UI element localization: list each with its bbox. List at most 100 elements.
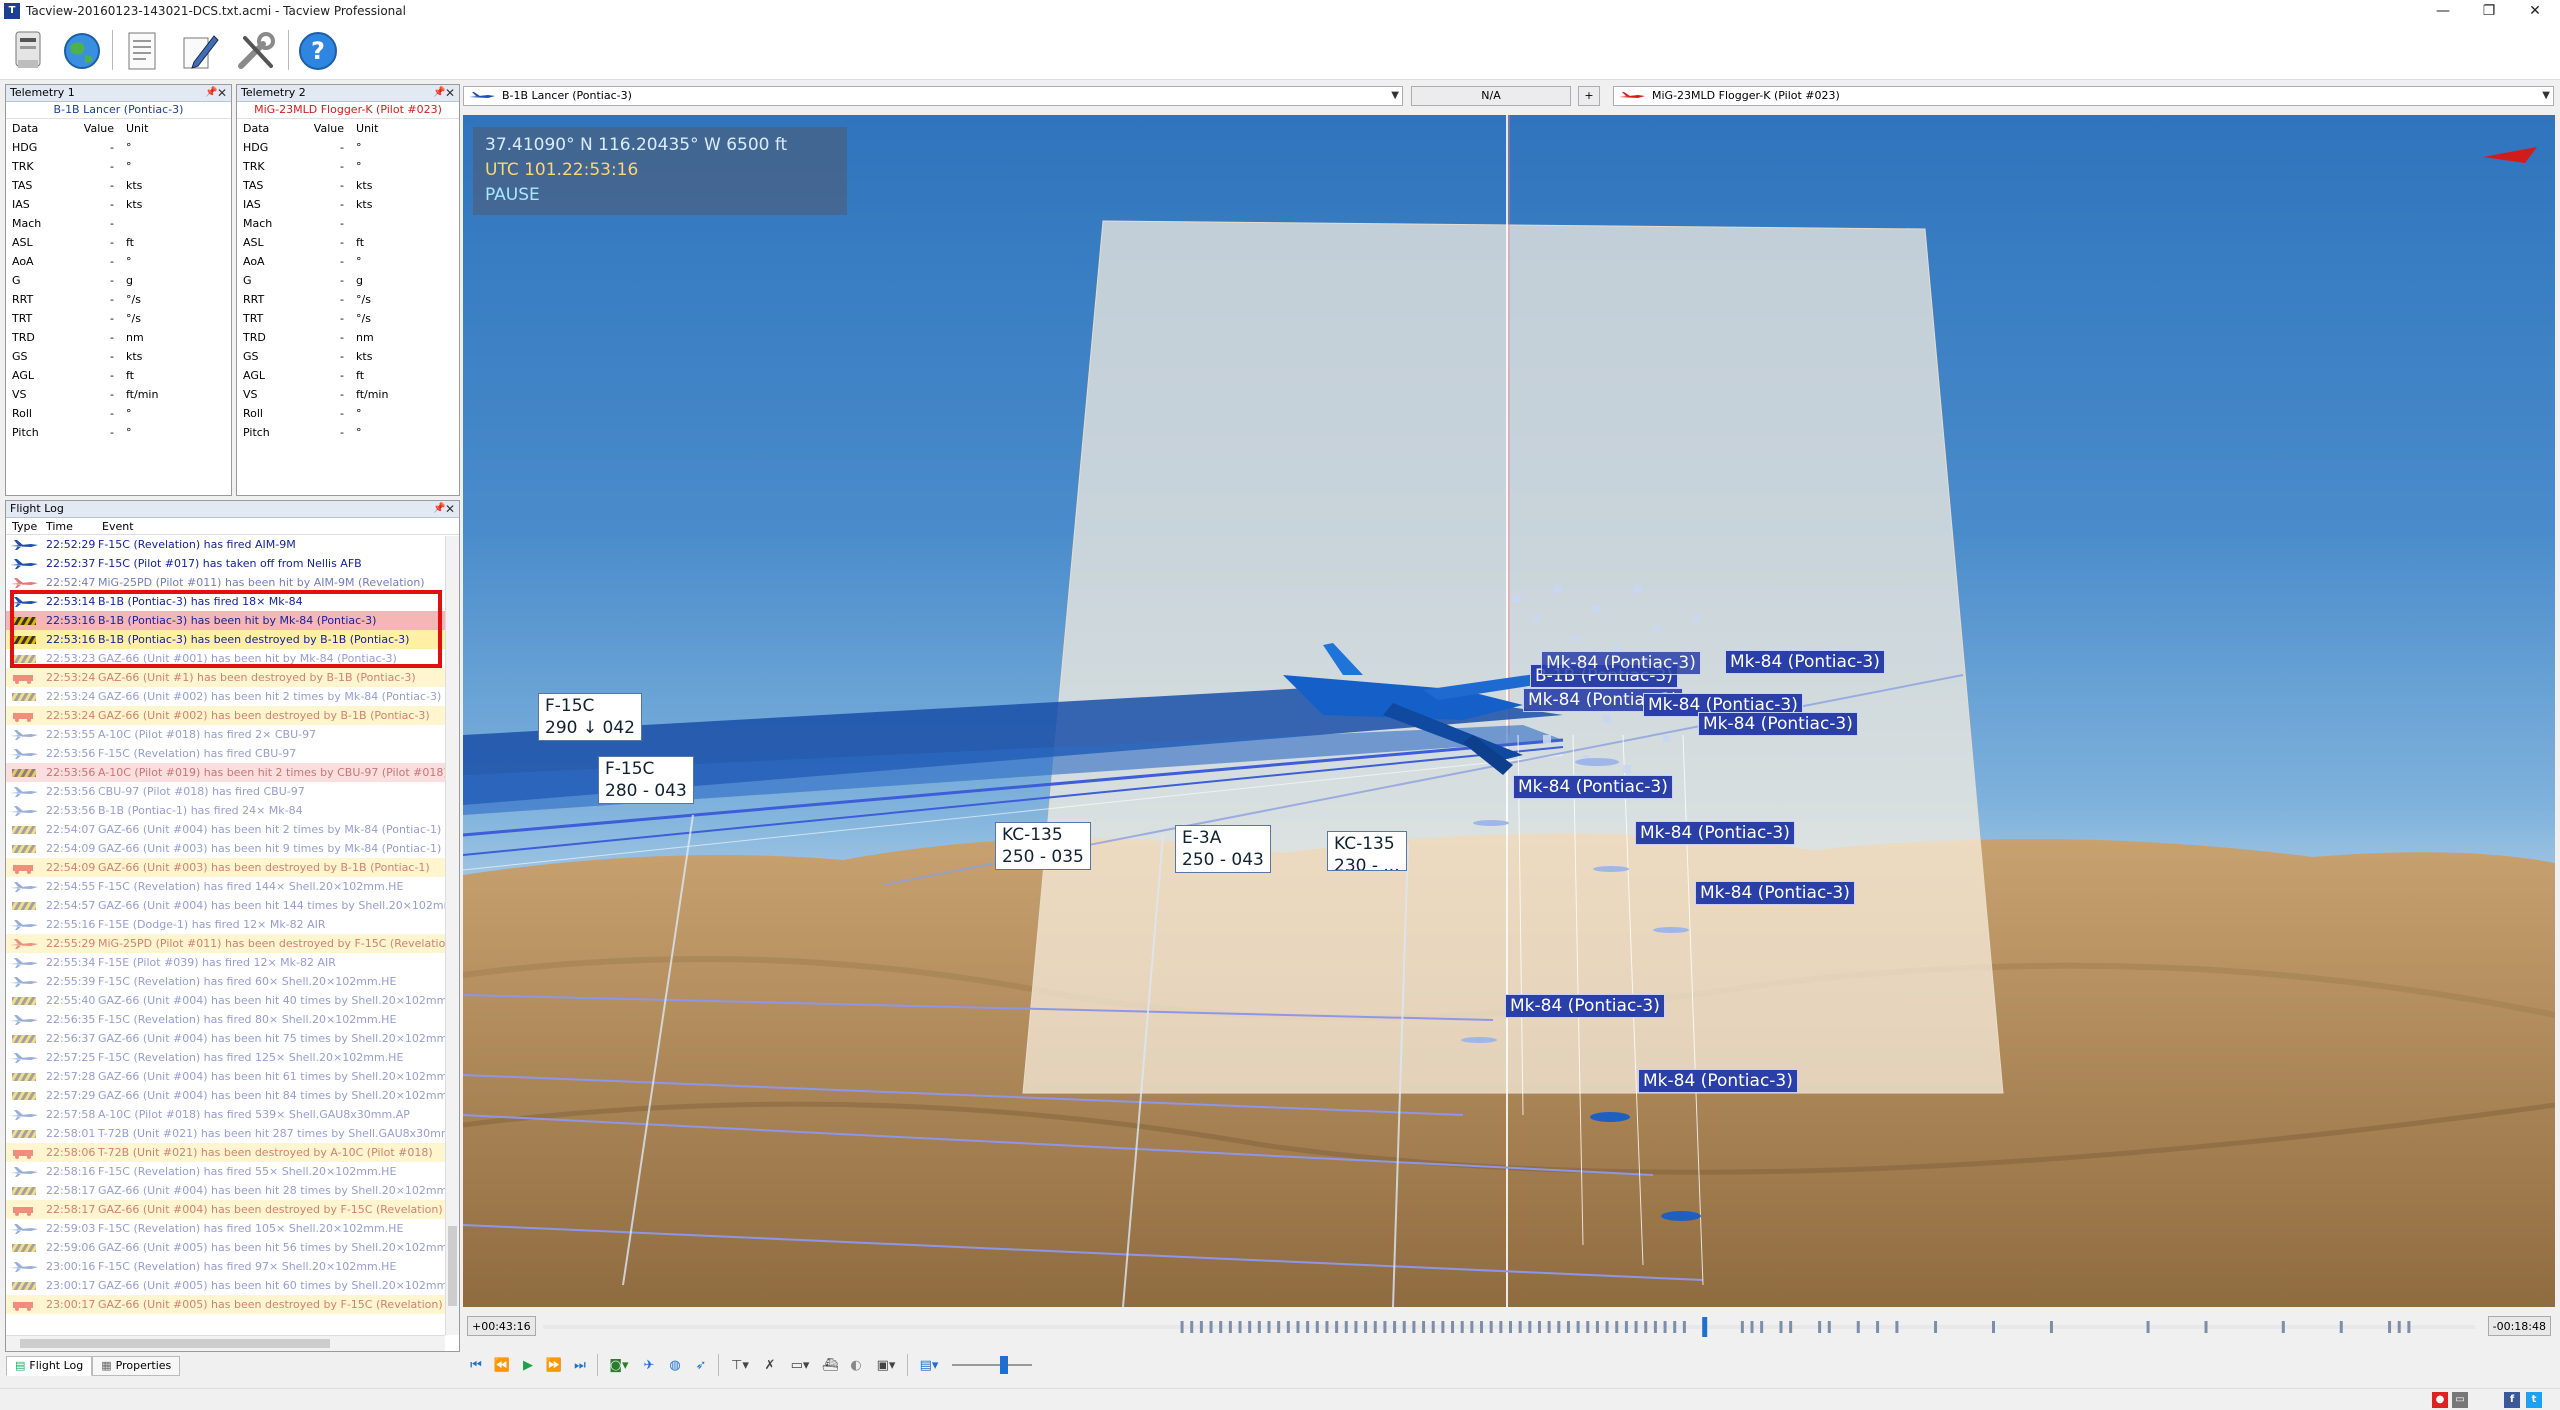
record-icon[interactable]: ● bbox=[2432, 1392, 2448, 1408]
log-row[interactable]: 22:57:29 GAZ-66 (Unit #004) has been hit … bbox=[6, 1086, 459, 1105]
minimize-button[interactable]: — bbox=[2420, 0, 2466, 22]
online-button[interactable] bbox=[58, 27, 106, 75]
object-label[interactable]: Mk-84 (Pontiac-3) bbox=[1695, 881, 1855, 905]
pin-icon[interactable]: 📌 bbox=[433, 87, 445, 98]
edit-button[interactable] bbox=[176, 27, 224, 75]
help-button[interactable]: ? bbox=[294, 27, 342, 75]
log-row[interactable]: 22:52:29 F-15C (Revelation) has fired AIM… bbox=[6, 535, 459, 554]
facebook-icon[interactable]: f bbox=[2504, 1392, 2520, 1408]
log-row[interactable]: 22:57:28 GAZ-66 (Unit #004) has been hit … bbox=[6, 1067, 459, 1086]
log-row[interactable]: 22:53:56 F-15C (Revelation) has fired CBU… bbox=[6, 744, 459, 763]
log-row[interactable]: 22:55:34 F-15E (Pilot #039) has fired 12×… bbox=[6, 953, 459, 972]
horizontal-scrollbar[interactable] bbox=[6, 1335, 445, 1351]
log-row[interactable]: 22:58:06 T-72B (Unit #021) has been destr… bbox=[6, 1143, 459, 1162]
log-row[interactable]: 22:54:55 F-15C (Revelation) has fired 144… bbox=[6, 877, 459, 896]
vertical-scrollbar[interactable] bbox=[445, 536, 459, 1335]
flight-log-button[interactable] bbox=[118, 27, 166, 75]
play-button[interactable]: ▶ bbox=[515, 1352, 541, 1378]
secondary-object-select[interactable]: MiG-23MLD Flogger-K (Pilot #023) ▼ bbox=[1613, 86, 2554, 106]
pin-icon[interactable]: 📌 bbox=[205, 87, 217, 98]
timeline-cursor[interactable] bbox=[1702, 1317, 1708, 1337]
log-row[interactable]: 23:00:16 F-15C (Revelation) has fired 97×… bbox=[6, 1257, 459, 1276]
log-row[interactable]: 22:58:01 T-72B (Unit #021) has been hit 2… bbox=[6, 1124, 459, 1143]
tab-flight-log[interactable]: ▤ Flight Log bbox=[6, 1356, 93, 1376]
fast-forward-button[interactable]: ⏩ bbox=[541, 1352, 567, 1378]
log-row[interactable]: 22:52:37 F-15C (Pilot #017) has taken off… bbox=[6, 554, 459, 573]
object-label[interactable]: Mk-84 (Pontiac-3) bbox=[1541, 651, 1701, 675]
display-options-button[interactable]: ▣▾ bbox=[869, 1352, 903, 1378]
log-row[interactable]: 22:55:16 F-15E (Dodge-1) has fired 12× Mk… bbox=[6, 915, 459, 934]
log-row[interactable]: 23:00:17 GAZ-66 (Unit #005) has been dest… bbox=[6, 1295, 459, 1314]
object-label[interactable]: Mk-84 (Pontiac-3) bbox=[1725, 650, 1885, 674]
log-row[interactable]: 22:53:56 CBU-97 (Pilot #018) has fired CB… bbox=[6, 782, 459, 801]
tab-properties[interactable]: ▦ Properties bbox=[92, 1356, 181, 1376]
log-row[interactable]: 22:55:29 MiG-25PD (Pilot #011) has been d… bbox=[6, 934, 459, 953]
telemetry-1-object[interactable]: B-1B Lancer (Pontiac-3) bbox=[6, 102, 231, 119]
camera-options-button[interactable]: ▤▾ bbox=[912, 1352, 946, 1378]
close-icon[interactable]: ✕ bbox=[217, 85, 227, 101]
log-row[interactable]: 22:54:09 GAZ-66 (Unit #003) has been hit … bbox=[6, 839, 459, 858]
log-row[interactable]: 22:57:58 A-10C (Pilot #018) has fired 539… bbox=[6, 1105, 459, 1124]
log-row[interactable]: 22:56:37 GAZ-66 (Unit #004) has been hit … bbox=[6, 1029, 459, 1048]
missile-view-button[interactable]: ➶ bbox=[688, 1352, 714, 1378]
rewind-button[interactable]: ⏪ bbox=[489, 1352, 515, 1378]
log-row[interactable]: 22:53:24 GAZ-66 (Unit #002) has been hit … bbox=[6, 687, 459, 706]
log-row[interactable]: 22:54:57 GAZ-66 (Unit #004) has been hit … bbox=[6, 896, 459, 915]
log-row[interactable]: 22:53:56 A-10C (Pilot #019) has been hit … bbox=[6, 763, 459, 782]
aircraft-label[interactable]: F-15C 280 - 043 bbox=[598, 756, 694, 804]
object-label[interactable]: Mk-84 (Pontiac-3) bbox=[1513, 775, 1673, 799]
log-row[interactable]: 22:53:55 A-10C (Pilot #018) has fired 2× … bbox=[6, 725, 459, 744]
objects-filter-button[interactable]: ▭▾ bbox=[783, 1352, 817, 1378]
open-file-button[interactable] bbox=[4, 27, 52, 75]
object-label[interactable]: Mk-84 (Pontiac-3) bbox=[1505, 994, 1665, 1018]
log-row[interactable]: 22:54:07 GAZ-66 (Unit #004) has been hit … bbox=[6, 820, 459, 839]
3d-viewport[interactable]: 37.41090° N 116.20435° W 6500 ft UTC 101… bbox=[463, 115, 2555, 1307]
cockpit-view-button[interactable]: ✈ bbox=[636, 1352, 662, 1378]
scrollbar-thumb[interactable] bbox=[20, 1339, 330, 1348]
twitter-icon[interactable]: t bbox=[2526, 1392, 2542, 1408]
label-options-button[interactable]: ⊤▾ bbox=[723, 1352, 757, 1378]
log-row[interactable]: 22:55:40 GAZ-66 (Unit #004) has been hit … bbox=[6, 991, 459, 1010]
col-event[interactable]: Event bbox=[98, 518, 459, 534]
log-row[interactable]: 22:59:03 F-15C (Revelation) has fired 105… bbox=[6, 1219, 459, 1238]
close-icon[interactable]: ✕ bbox=[445, 85, 455, 101]
log-row[interactable]: 22:58:16 F-15C (Revelation) has fired 55×… bbox=[6, 1162, 459, 1181]
log-row[interactable]: 22:57:25 F-15C (Revelation) has fired 125… bbox=[6, 1048, 459, 1067]
log-row[interactable]: 22:53:24 GAZ-66 (Unit #002) has been dest… bbox=[6, 706, 459, 725]
log-row[interactable]: 22:58:17 GAZ-66 (Unit #004) has been dest… bbox=[6, 1200, 459, 1219]
aircraft-label[interactable]: KC-135 230 - ... bbox=[1327, 831, 1407, 871]
pin-icon[interactable]: 📌 bbox=[433, 503, 445, 514]
scrollbar-thumb[interactable] bbox=[448, 1226, 457, 1306]
aircraft-label[interactable]: E-3A 250 - 043 bbox=[1175, 825, 1271, 873]
screen-icon[interactable]: ▭ bbox=[2452, 1392, 2468, 1408]
skip-end-button[interactable]: ⏭ bbox=[567, 1352, 593, 1378]
close-icon[interactable]: ✕ bbox=[445, 501, 455, 517]
object-label[interactable]: Mk-84 (Pontiac-3) bbox=[1635, 821, 1795, 845]
log-row[interactable]: 22:54:09 GAZ-66 (Unit #003) has been dest… bbox=[6, 858, 459, 877]
timeline-track[interactable] bbox=[543, 1317, 2475, 1337]
aircraft-label[interactable]: KC-135 250 - 035 bbox=[995, 822, 1091, 870]
log-row[interactable]: 22:53:56 B-1B (Pontiac-1) has fired 24× M… bbox=[6, 801, 459, 820]
tools-button[interactable]: ✗ bbox=[757, 1352, 783, 1378]
restore-button[interactable]: ❐ bbox=[2466, 0, 2512, 22]
view-mode-button[interactable]: ◙▾ bbox=[602, 1352, 636, 1378]
col-type[interactable]: Type bbox=[6, 518, 42, 534]
log-row[interactable]: 22:55:39 F-15C (Revelation) has fired 60×… bbox=[6, 972, 459, 991]
log-row[interactable]: 22:56:35 F-15C (Revelation) has fired 80×… bbox=[6, 1010, 459, 1029]
settings-button[interactable] bbox=[232, 27, 280, 75]
log-row[interactable]: 23:00:17 GAZ-66 (Unit #005) has been hit … bbox=[6, 1276, 459, 1295]
aircraft-label[interactable]: F-15C 290 ↓ 042 bbox=[538, 693, 642, 741]
log-row[interactable]: 22:59:06 GAZ-66 (Unit #005) has been hit … bbox=[6, 1238, 459, 1257]
primary-object-select[interactable]: B-1B Lancer (Pontiac-3) ▼ bbox=[463, 86, 1403, 106]
telemetry-2-object[interactable]: MiG-23MLD Flogger-K (Pilot #023) bbox=[237, 102, 459, 119]
skip-start-button[interactable]: ⏮ bbox=[463, 1352, 489, 1378]
close-button[interactable]: ✕ bbox=[2512, 0, 2558, 22]
object-label[interactable]: Mk-84 (Pontiac-3) bbox=[1638, 1069, 1798, 1093]
log-row[interactable]: 22:58:17 GAZ-66 (Unit #004) has been hit … bbox=[6, 1181, 459, 1200]
col-time[interactable]: Time bbox=[42, 518, 98, 534]
ships-button[interactable]: ⛴ bbox=[817, 1352, 843, 1378]
playback-speed-slider[interactable] bbox=[952, 1353, 1032, 1377]
object-label[interactable]: Mk-84 (Pontiac-3) bbox=[1698, 712, 1858, 736]
terrain-button[interactable]: ◐ bbox=[843, 1352, 869, 1378]
globe-view-button[interactable]: ◍ bbox=[662, 1352, 688, 1378]
